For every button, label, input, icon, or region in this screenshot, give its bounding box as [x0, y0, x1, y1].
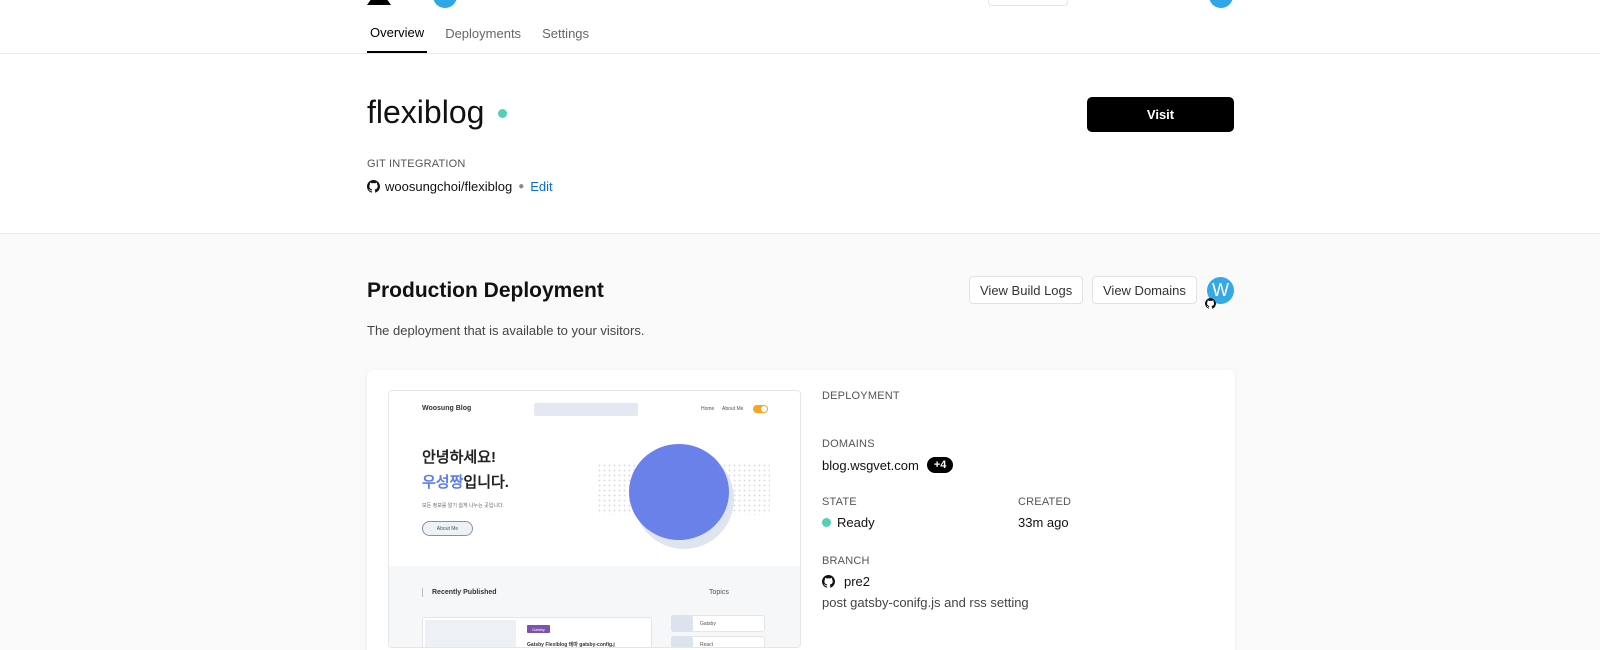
branch-link[interactable]: pre2 — [844, 574, 870, 589]
tab-settings[interactable]: Settings — [539, 13, 592, 53]
git-edit-link[interactable]: Edit — [530, 179, 552, 194]
preview-topic-label: React — [700, 642, 714, 648]
deployment-card: Woosung Blog Home About Me 안녕하세요! 우성짱입니다… — [367, 370, 1235, 650]
preview-headline-accent: 우성짱 — [422, 474, 464, 491]
preview-theme-toggle — [753, 405, 768, 413]
visit-button[interactable]: Visit — [1087, 97, 1234, 132]
github-icon — [367, 180, 380, 193]
project-nav-header: Overview Deployments Settings — [0, 0, 1600, 54]
preview-headline-1: 안녕하세요! — [422, 449, 496, 466]
preview-hero-circle — [629, 444, 729, 540]
vercel-logo-icon[interactable] — [367, 0, 391, 5]
section-subtitle: The deployment that is available to your… — [367, 323, 645, 338]
preview-brand: Woosung Blog — [422, 405, 472, 412]
extra-domains-badge[interactable]: +4 — [926, 457, 954, 473]
preview-recent-label: Recently Published — [432, 589, 497, 596]
preview-headline-rest: 입니다. — [463, 474, 509, 491]
preview-post-badge: Gatsby — [527, 625, 550, 633]
github-icon — [822, 575, 835, 588]
preview-topic-thumb — [671, 615, 693, 632]
team-avatar[interactable] — [433, 0, 457, 8]
project-tabs: Overview Deployments Settings — [367, 13, 607, 53]
section-title: Production Deployment — [367, 279, 604, 302]
created-value: 33m ago — [1018, 515, 1069, 530]
preview-post-title: Gatsby Flexiblog 테마 gatsby-config.j — [527, 642, 615, 648]
github-badge-icon — [1205, 298, 1216, 309]
commit-message[interactable]: post gatsby-conifg.js and rss setting — [822, 595, 1029, 610]
domains-value: blog.wsgvet.com +4 — [822, 457, 954, 473]
separator-dot: ● — [518, 181, 525, 192]
deployment-label: DEPLOYMENT — [822, 390, 900, 402]
domain-link[interactable]: blog.wsgvet.com — [822, 458, 919, 473]
project-title: flexiblog — [367, 94, 485, 130]
project-header: flexiblog Visit GIT INTEGRATION woosungc… — [0, 54, 1600, 234]
git-repo-link[interactable]: woosungchoi/flexiblog — [385, 179, 512, 194]
preview-headline-2: 우성짱입니다. — [422, 471, 509, 492]
ready-status-dot — [822, 518, 831, 527]
branch-value: pre2 — [822, 574, 870, 589]
preview-nav-home: Home — [701, 406, 715, 412]
preview-recent-marker — [422, 588, 423, 597]
view-build-logs-button[interactable]: View Build Logs — [969, 276, 1084, 304]
project-title-row: flexiblog — [367, 94, 508, 131]
branch-label: BRANCH — [822, 555, 870, 567]
state-text: Ready — [837, 515, 875, 530]
preview-nav-about: About Me — [722, 406, 744, 412]
feedback-button[interactable] — [988, 0, 1068, 6]
git-integration-row: woosungchoi/flexiblog ● Edit — [367, 179, 553, 194]
preview-topics-label: Topics — [709, 589, 729, 596]
created-label: CREATED — [1018, 496, 1072, 508]
state-value: Ready — [822, 515, 875, 530]
view-domains-button[interactable]: View Domains — [1092, 276, 1197, 304]
state-label: STATE — [822, 496, 857, 508]
preview-search-bar — [534, 403, 638, 416]
top-bar — [0, 0, 1600, 8]
preview-about-button: About Me — [422, 521, 473, 536]
user-avatar[interactable] — [1209, 0, 1233, 8]
deployment-screenshot[interactable]: Woosung Blog Home About Me 안녕하세요! 우성짱입니다… — [388, 390, 801, 648]
tab-deployments[interactable]: Deployments — [442, 13, 524, 53]
preview-tagline: 모든 정보를 알기 쉽게 나누는 곳입니다. — [422, 503, 504, 509]
preview-topic-thumb — [671, 636, 693, 647]
preview-topic-label: Gatsby — [700, 621, 716, 627]
tab-overview[interactable]: Overview — [367, 13, 428, 53]
production-deployment-section: Production Deployment The deployment tha… — [0, 234, 1600, 650]
project-status-dot — [498, 109, 508, 118]
git-integration-label: GIT INTEGRATION — [367, 158, 466, 170]
preview-post-image — [425, 620, 516, 647]
domains-label: DOMAINS — [822, 438, 875, 450]
